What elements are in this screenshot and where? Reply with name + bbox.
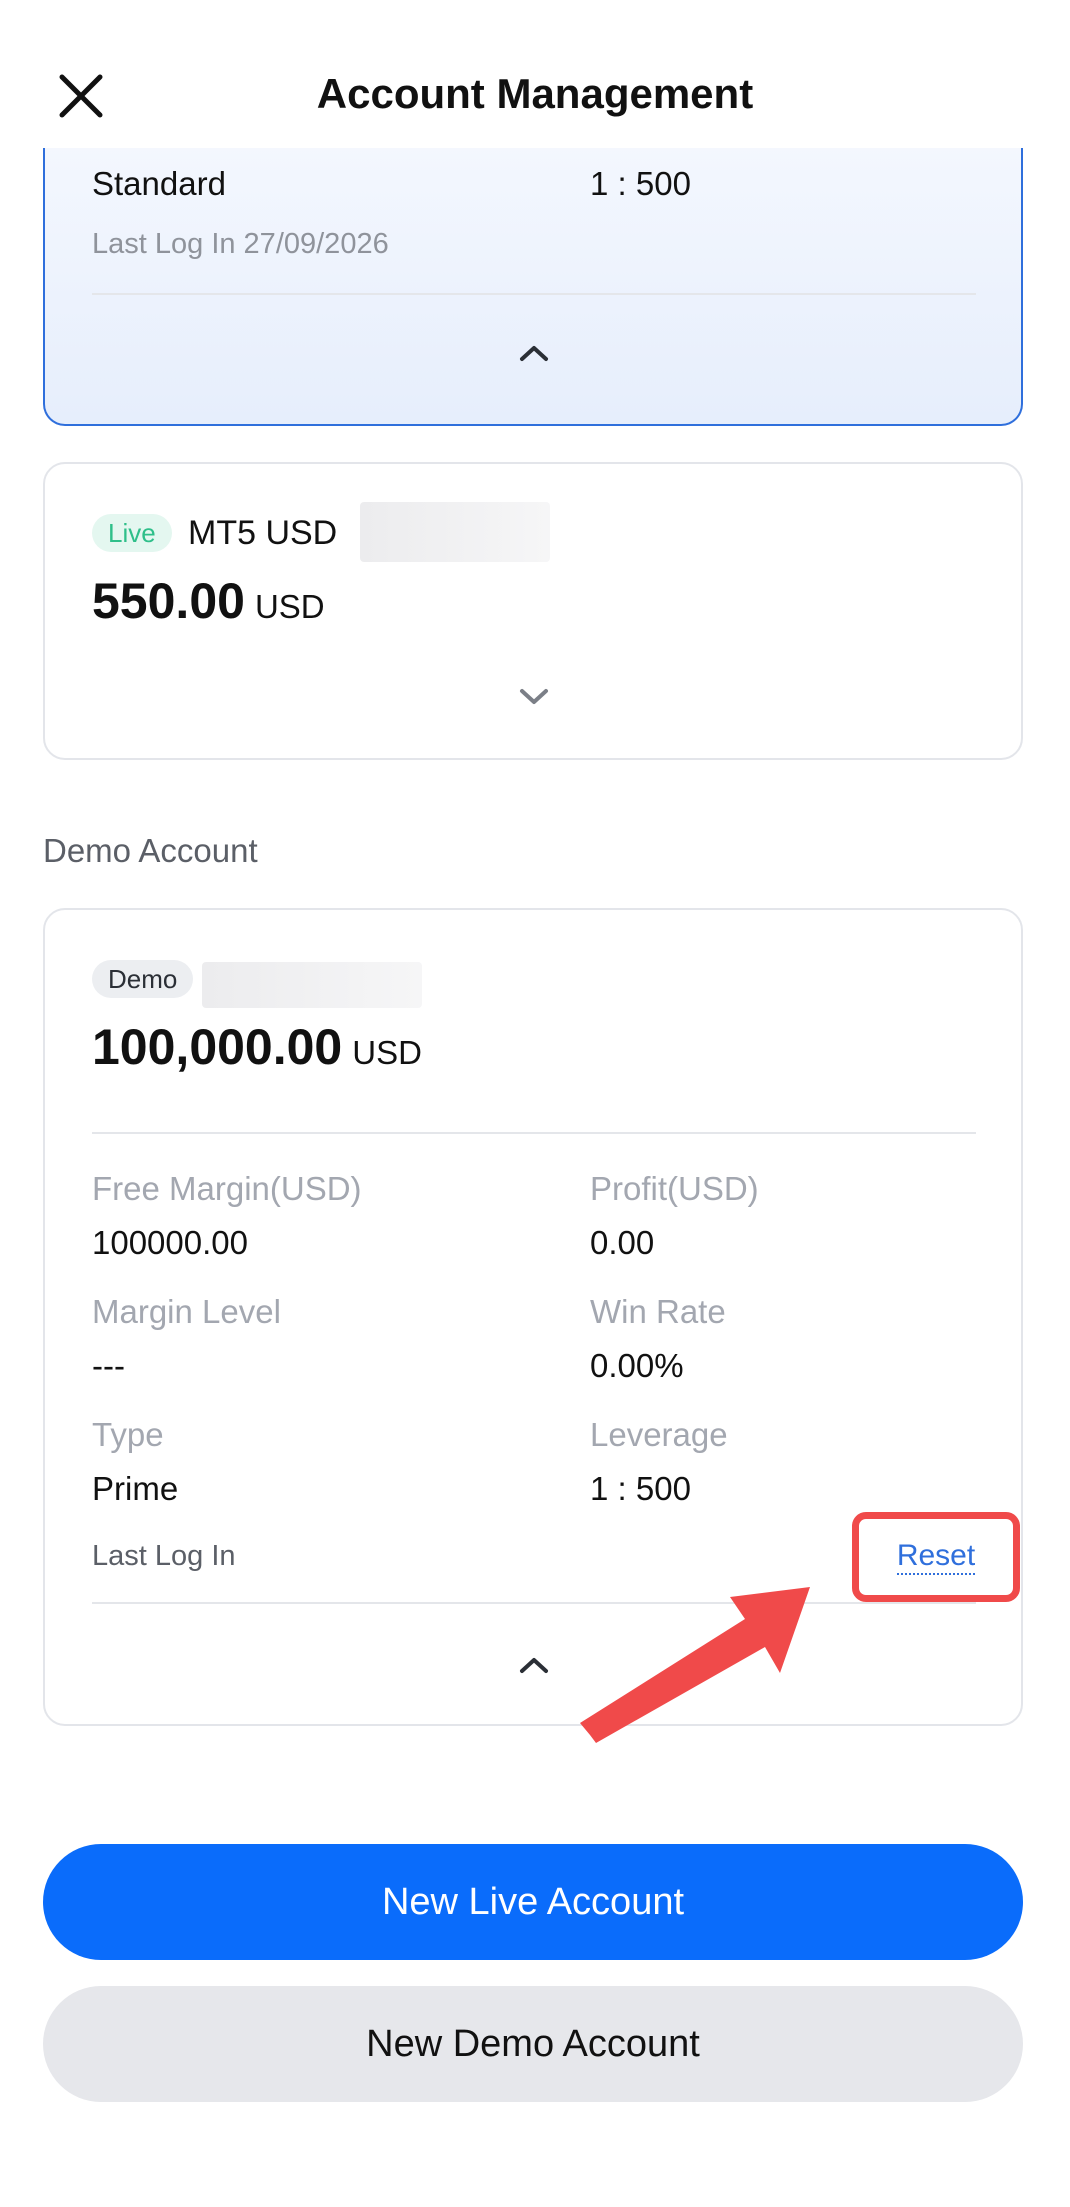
chevron-down-icon — [520, 689, 548, 704]
demo-section-label: Demo Account — [43, 832, 258, 869]
leverage-value: 1 : 500 — [590, 165, 691, 202]
account-card-live[interactable]: Live MT5 USD 550.00 USD — [43, 462, 1023, 760]
reset-label: Reset — [896, 1539, 976, 1575]
account-balance: 550.00 USD — [92, 572, 325, 630]
reset-highlight: Reset — [852, 1512, 1020, 1602]
account-name: MT5 USD — [188, 514, 338, 552]
last-login-text: Last Log In — [92, 1540, 236, 1572]
balance-amount: 100,000.00 — [92, 1019, 343, 1075]
page-title: Account Management — [316, 70, 754, 117]
demo-badge: Demo — [92, 960, 194, 998]
collapse-toggle[interactable] — [514, 338, 554, 368]
redacted-account-number — [360, 502, 550, 562]
balance-currency: USD — [352, 1034, 422, 1071]
balance-currency: USD — [254, 588, 325, 625]
expand-toggle[interactable] — [514, 682, 554, 712]
divider — [92, 1602, 976, 1604]
account-card-demo[interactable]: Demo 100,000.00 USD Free Margin(USD) 1000… — [43, 908, 1023, 1726]
margin-level-value: --- — [92, 1347, 125, 1384]
header: Account Management — [0, 0, 1070, 148]
reset-button[interactable]: Reset — [859, 1519, 1013, 1595]
last-login-text: Last Log In 27/09/2026 — [92, 228, 389, 260]
new-demo-account-button[interactable]: New Demo Account — [43, 1986, 1023, 2102]
profit-value: 0.00 — [590, 1224, 655, 1261]
win-rate-label: Win Rate — [590, 1293, 726, 1330]
collapse-toggle[interactable] — [514, 1650, 554, 1680]
type-label: Type — [92, 1416, 164, 1453]
account-card-expanded[interactable]: Standard 1 : 500 Last Log In 27/09/2026 — [43, 120, 1023, 426]
leverage-value: 1 : 500 — [590, 1470, 691, 1507]
account-type-value: Standard — [92, 165, 226, 202]
margin-level-label: Margin Level — [92, 1293, 281, 1330]
balance-amount: 550.00 — [92, 573, 245, 629]
divider — [92, 293, 976, 295]
type-value: Prime — [92, 1470, 179, 1507]
account-balance: 100,000.00 USD — [92, 1018, 422, 1076]
pointer-arrow-icon — [580, 1587, 810, 1743]
new-live-account-button[interactable]: New Live Account — [43, 1844, 1023, 1960]
profit-label: Profit(USD) — [590, 1170, 759, 1207]
free-margin-label: Free Margin(USD) — [92, 1170, 362, 1207]
chevron-up-icon — [520, 1658, 548, 1673]
win-rate-value: 0.00% — [590, 1347, 684, 1384]
chevron-up-icon — [520, 346, 548, 361]
live-badge: Live — [92, 514, 172, 552]
redacted-account-number — [202, 962, 422, 1008]
leverage-label: Leverage — [590, 1416, 728, 1453]
divider — [92, 1132, 976, 1134]
free-margin-value: 100000.00 — [92, 1224, 248, 1261]
